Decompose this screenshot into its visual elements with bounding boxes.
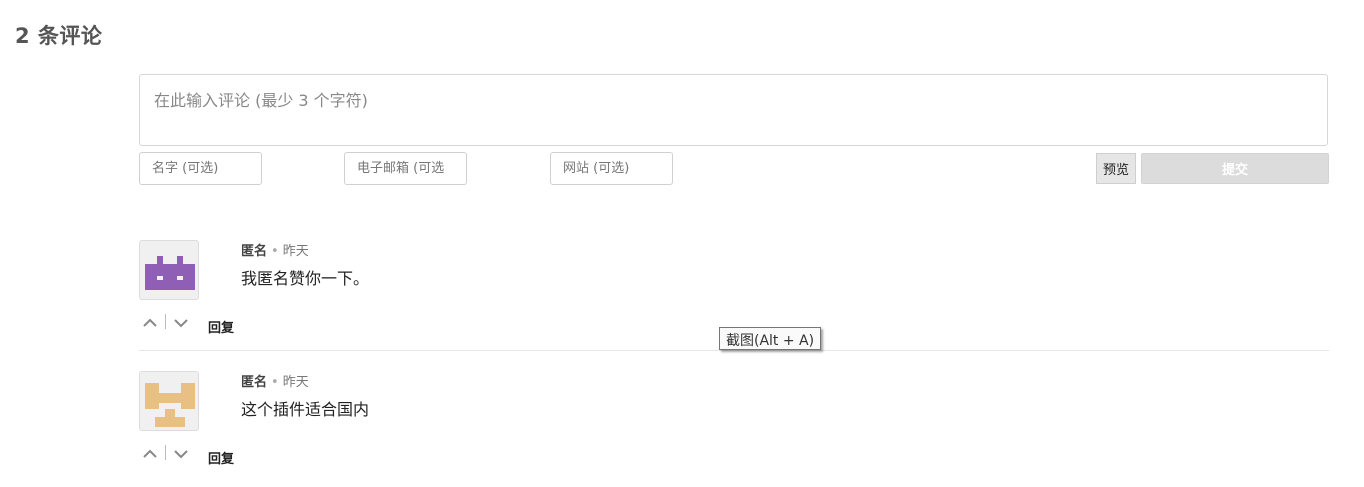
comments-count-heading: 2 条评论	[15, 24, 103, 48]
vote-separator	[165, 445, 166, 460]
meta-separator: •	[271, 244, 279, 259]
comment-meta: 匿名 • 昨天	[241, 371, 309, 390]
comment-author: 匿名	[241, 244, 268, 259]
comment-actions: 回复	[139, 445, 259, 467]
chevron-up-icon[interactable]	[141, 316, 159, 330]
comment-divider	[139, 350, 1329, 351]
vote-separator	[165, 314, 166, 329]
submit-button[interactable]: 提交	[1141, 153, 1329, 184]
meta-separator: •	[271, 375, 279, 390]
comment-author: 匿名	[241, 375, 268, 390]
comment-text: 我匿名赞你一下。	[241, 269, 370, 288]
comment-actions: 回复	[139, 314, 259, 336]
website-input[interactable]	[550, 152, 673, 185]
chevron-down-icon[interactable]	[172, 447, 190, 461]
name-input[interactable]	[139, 152, 262, 185]
chevron-down-icon[interactable]	[172, 316, 190, 330]
avatar	[139, 240, 199, 300]
comment-text: 这个插件适合国内	[241, 400, 370, 419]
chevron-up-icon[interactable]	[141, 447, 159, 461]
comments-section: 2 条评论 预览 提交 匿名•昨天 我匿名赞你一下。	[0, 0, 1364, 487]
reply-button[interactable]: 回复	[208, 448, 234, 467]
comment-time: 昨天	[282, 244, 309, 259]
screenshot-tooltip: 截图(Alt + A)	[719, 327, 822, 350]
comment-meta: 匿名 • 昨天	[241, 240, 309, 259]
reply-button[interactable]: 回复	[208, 317, 234, 336]
avatar	[139, 371, 199, 431]
identicon-avatar-tan	[145, 383, 195, 427]
identicon-avatar-purple	[145, 256, 195, 290]
preview-button[interactable]: 预览	[1096, 153, 1136, 184]
email-input[interactable]	[344, 152, 467, 185]
comment-textarea[interactable]	[139, 74, 1328, 146]
comment-time: 昨天	[282, 375, 309, 390]
